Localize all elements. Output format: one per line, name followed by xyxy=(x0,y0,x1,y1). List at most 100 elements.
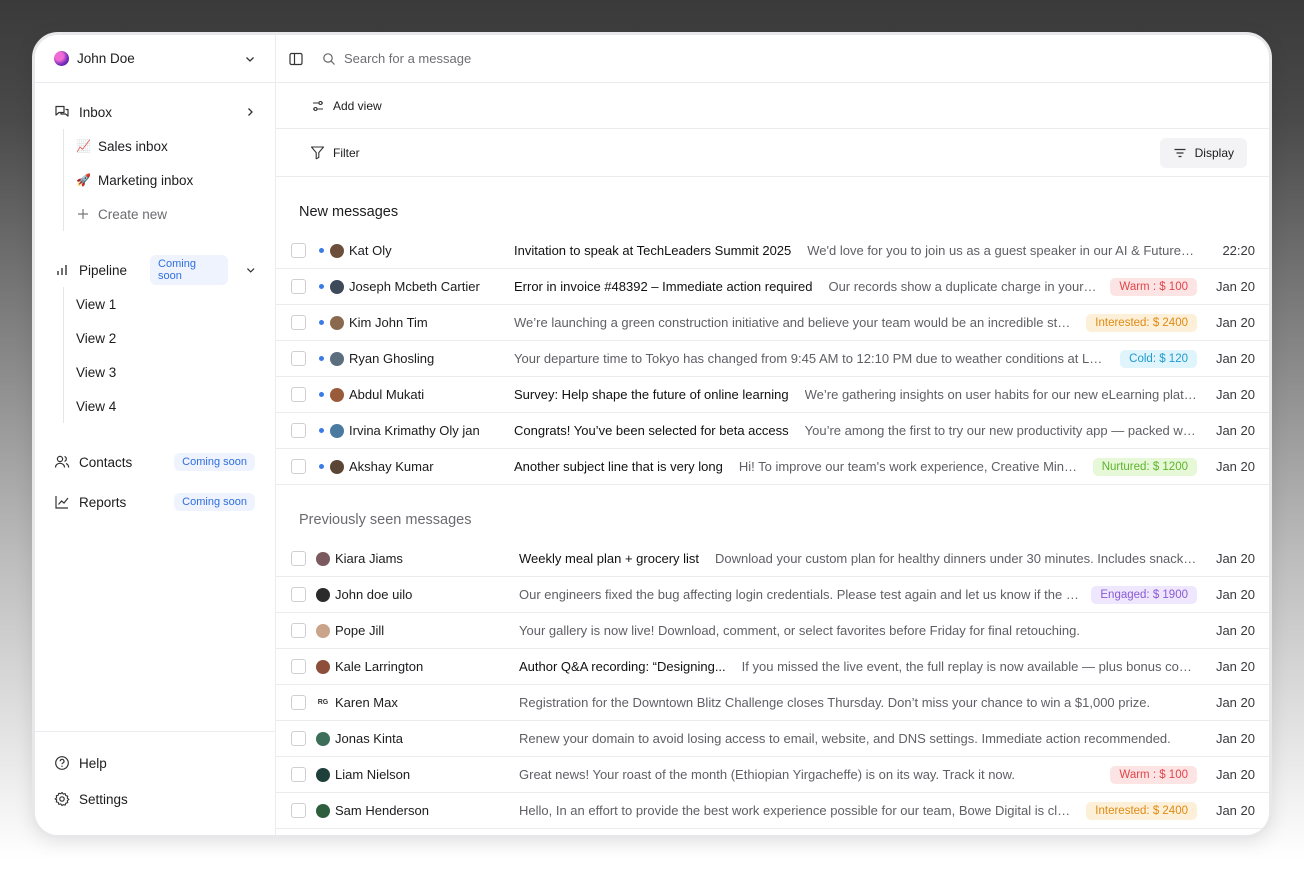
user-switcher[interactable]: John Doe xyxy=(35,35,275,83)
message-subject: Weekly meal plan + grocery list xyxy=(519,551,700,566)
filter-label: Filter xyxy=(333,145,360,160)
message-row[interactable]: Ryan Ghosling Your departure time to Toky… xyxy=(276,341,1269,377)
chevron-right-icon[interactable] xyxy=(245,107,255,117)
help-circle-icon xyxy=(55,756,69,770)
avatar xyxy=(330,315,344,330)
coming-soon-badge: Coming soon xyxy=(150,255,228,285)
filter-bar: Filter Display xyxy=(276,129,1269,177)
filter-icon xyxy=(310,146,325,160)
message-subject: Another subject line that is very long xyxy=(514,459,723,474)
sidebar-item-label: Pipeline xyxy=(79,262,128,278)
message-row[interactable]: Kiara Jiams Weekly meal plan + grocery li… xyxy=(276,541,1269,577)
message-row[interactable]: Kim John Tim We’re launching a green cons… xyxy=(276,305,1269,341)
deal-status-badge: Engaged: $ 1900 xyxy=(1091,585,1197,604)
sidebar-item-contacts[interactable]: Contacts Coming soon xyxy=(35,445,275,479)
pipeline-sublist: View 1 View 2 View 3 View 4 xyxy=(63,287,275,423)
message-date: Jan 20 xyxy=(1215,315,1255,330)
add-view-button[interactable]: Add view xyxy=(311,99,382,113)
sidebar-item-inbox[interactable]: Inbox xyxy=(35,95,275,129)
row-checkbox[interactable] xyxy=(291,803,306,818)
row-checkbox[interactable] xyxy=(291,279,306,294)
chart-increasing-icon: 📈 xyxy=(76,139,91,153)
sidebar-item-label: Inbox xyxy=(79,104,113,120)
message-preview: If you missed the live event, the full r… xyxy=(741,659,1197,674)
row-checkbox[interactable] xyxy=(291,695,306,710)
filter-button[interactable]: Filter xyxy=(310,145,1160,160)
sidebar-toggle-icon[interactable] xyxy=(288,51,304,67)
unread-dot xyxy=(319,392,324,397)
message-date: Jan 20 xyxy=(1215,387,1255,402)
message-row[interactable]: Kat Oly Invitation to speak at TechLeader… xyxy=(276,233,1269,269)
chevron-down-icon[interactable] xyxy=(246,265,255,275)
message-row[interactable]: Joseph Mcbeth Cartier Error in invoice #4… xyxy=(276,269,1269,305)
message-row[interactable]: Jonas Kinta Renew your domain to avoid lo… xyxy=(276,721,1269,757)
sidebar-item-view-4[interactable]: View 4 xyxy=(76,389,275,423)
sidebar-footer: Help Settings xyxy=(35,731,275,835)
display-button[interactable]: Display xyxy=(1159,137,1247,168)
message-row[interactable]: Akshay Kumar Another subject line that is… xyxy=(276,449,1269,485)
row-checkbox[interactable] xyxy=(291,551,306,566)
message-preview: We'd love for you to join us as a guest … xyxy=(807,243,1197,258)
row-checkbox[interactable] xyxy=(291,587,306,602)
lines-icon xyxy=(1174,148,1186,157)
sidebar-item-view-3[interactable]: View 3 xyxy=(76,355,275,389)
row-checkbox[interactable] xyxy=(291,623,306,638)
message-date: Jan 20 xyxy=(1215,551,1255,566)
message-preview: We’re launching a green construction ini… xyxy=(514,315,1075,330)
row-checkbox[interactable] xyxy=(291,767,306,782)
message-date: Jan 20 xyxy=(1215,695,1255,710)
rocket-icon: 🚀 xyxy=(76,173,91,187)
message-date: Jan 20 xyxy=(1215,767,1255,782)
message-row[interactable]: Irvina Krimathy Oly jan Congrats! You’ve … xyxy=(276,413,1269,449)
avatar: RG xyxy=(317,699,329,706)
sidebar-item-view-2[interactable]: View 2 xyxy=(76,321,275,355)
coming-soon-badge: Coming soon xyxy=(174,493,255,511)
chat-icon xyxy=(55,105,69,117)
sidebar-item-sales-inbox[interactable]: 📈 Sales inbox xyxy=(76,129,275,163)
message-preview: Renew your domain to avoid losing access… xyxy=(519,731,1171,746)
unread-dot xyxy=(319,428,324,433)
row-checkbox[interactable] xyxy=(291,243,306,258)
sidebar-item-pipeline[interactable]: Pipeline Coming soon xyxy=(35,253,275,287)
sidebar-item-view-1[interactable]: View 1 xyxy=(76,287,275,321)
sender-name: Akshay Kumar xyxy=(349,459,434,474)
sidebar-item-label: Help xyxy=(79,755,107,771)
message-row[interactable]: Sam Henderson Hello, In an effort to prov… xyxy=(276,793,1269,829)
sidebar-item-settings[interactable]: Settings xyxy=(35,782,275,816)
search-icon xyxy=(323,52,335,65)
row-checkbox[interactable] xyxy=(291,659,306,674)
message-row[interactable]: John doe uilo Our engineers fixed the bug… xyxy=(276,577,1269,613)
sender-name: Abdul Mukati xyxy=(349,387,425,402)
row-checkbox[interactable] xyxy=(291,731,306,746)
message-row[interactable]: Kale Larrington Author Q&A recording: “De… xyxy=(276,649,1269,685)
message-subject: Invitation to speak at TechLeaders Summi… xyxy=(514,243,792,258)
message-preview: Download your custom plan for healthy di… xyxy=(715,551,1197,566)
message-row[interactable]: Pope Jill Your gallery is now live! Downl… xyxy=(276,613,1269,649)
message-date: Jan 20 xyxy=(1215,803,1255,818)
sidebar-item-help[interactable]: Help xyxy=(35,746,275,780)
sidebar-item-label: Settings xyxy=(79,791,128,807)
message-date: Jan 20 xyxy=(1215,423,1255,438)
create-new-button[interactable]: Create new xyxy=(76,197,275,231)
sidebar-item-marketing-inbox[interactable]: 🚀 Marketing inbox xyxy=(76,163,275,197)
message-row[interactable]: Abdul Mukati Survey: Help shape the futur… xyxy=(276,377,1269,413)
row-checkbox[interactable] xyxy=(291,423,306,438)
row-checkbox[interactable] xyxy=(291,351,306,366)
message-row[interactable]: RG Karen Max Registration for the Downtown… xyxy=(276,685,1269,721)
users-icon xyxy=(54,455,70,468)
row-checkbox[interactable] xyxy=(291,459,306,474)
view-label: View 3 xyxy=(76,364,117,380)
message-row[interactable]: Liam Nielson Great news! Your roast of th… xyxy=(276,757,1269,793)
sender-name: Jonas Kinta xyxy=(335,731,403,746)
message-content: We’re launching a green construction ini… xyxy=(514,313,1197,332)
sender-name: Kale Larrington xyxy=(335,659,424,674)
row-checkbox[interactable] xyxy=(291,387,306,402)
new-messages-heading: New messages xyxy=(299,204,399,220)
search-input[interactable] xyxy=(344,51,644,66)
message-preview: Hello, In an effort to provide the best … xyxy=(519,803,1075,818)
unread-dot xyxy=(319,320,324,325)
message-date: Jan 20 xyxy=(1215,279,1255,294)
sidebar-item-reports[interactable]: Reports Coming soon xyxy=(35,485,275,519)
row-checkbox[interactable] xyxy=(291,315,306,330)
view-label: View 1 xyxy=(76,296,117,312)
